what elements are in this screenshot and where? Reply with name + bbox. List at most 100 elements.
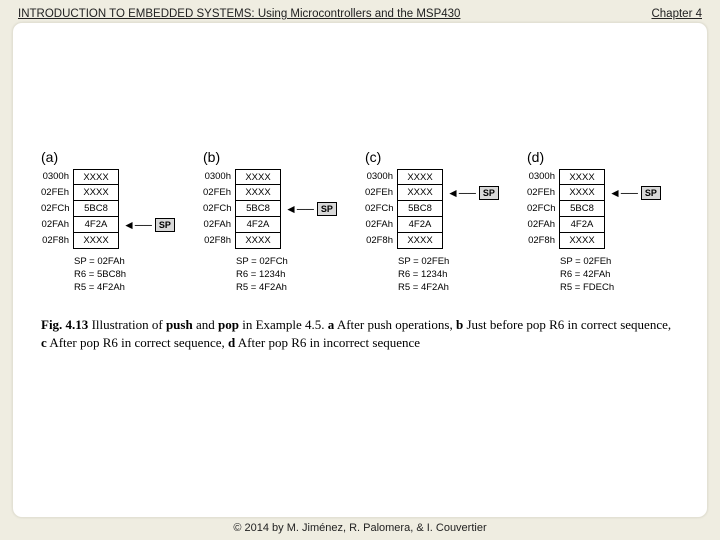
register-value: R5 = 4F2Ah (398, 281, 517, 294)
stack-panel: (c)0300hXXXX02FEhXXXX◄──SP02FCh5BC802FAh… (365, 153, 517, 294)
sp-pointer: ◄──SP (609, 185, 661, 201)
memory-cell: 4F2A (559, 217, 605, 233)
stack-panel: (a)0300hXXXX02FEhXXXX02FCh5BC802FAh4F2A◄… (41, 153, 193, 294)
memory-address: 0300h (41, 169, 73, 185)
cap-text: After pop R6 in incorrect sequence (235, 335, 420, 350)
memory-cell: 5BC8 (235, 201, 281, 217)
memory-address: 02F8h (365, 233, 397, 249)
arrow-left-icon: ◄── (123, 219, 152, 231)
memory-address: 02F8h (527, 233, 559, 249)
memory-row: 02FEhXXXX ◄──SP (365, 185, 517, 201)
register-value: SP = 02FEh (398, 255, 517, 268)
memory-cell: 4F2A (397, 217, 443, 233)
register-value: R6 = 1234h (236, 268, 355, 281)
arrow-left-icon: ◄── (609, 187, 638, 199)
memory-address: 02FAh (41, 217, 73, 233)
cap-text: Illustration of (88, 317, 166, 332)
register-value: SP = 02FEh (560, 255, 679, 268)
memory-address: 02FAh (203, 217, 235, 233)
sp-label: SP (641, 186, 661, 200)
memory-row: 02FAh4F2A◄──SP (41, 217, 193, 233)
cap-text: in Example 4.5. (239, 317, 328, 332)
cap-text: and (193, 317, 218, 332)
memory-address: 0300h (365, 169, 397, 185)
memory-row: 0300hXXXX (527, 169, 679, 185)
register-value: SP = 02FCh (236, 255, 355, 268)
panels-row: (a)0300hXXXX02FEhXXXX02FCh5BC802FAh4F2A◄… (41, 153, 679, 294)
memory-address: 02FEh (365, 185, 397, 201)
register-value: R6 = 42FAh (560, 268, 679, 281)
memory-cell: XXXX (73, 185, 119, 201)
arrow-left-icon: ◄── (447, 187, 476, 199)
memory-row: 02FCh5BC8◄──SP (203, 201, 355, 217)
memory-cell: 4F2A (235, 217, 281, 233)
cap-bold: pop (218, 317, 239, 332)
cap-text: After pop R6 in correct sequence, (47, 335, 228, 350)
register-list: SP = 02FEhR6 = 42FAhR5 = FDECh (560, 255, 679, 294)
figure-caption: Fig. 4.13 Illustration of push and pop i… (41, 316, 679, 351)
memory-cell: XXXX (397, 169, 443, 185)
memory-address: 02FCh (365, 201, 397, 217)
cap-text: Just before pop R6 in correct sequence, (463, 317, 671, 332)
memory-address: 02FCh (527, 201, 559, 217)
memory-cell: XXXX (559, 169, 605, 185)
memory-cell: XXXX (73, 233, 119, 249)
figure-413: (a)0300hXXXX02FEhXXXX02FCh5BC802FAh4F2A◄… (41, 153, 679, 351)
copyright-text: © 2014 by M. Jiménez, R. Palomera, & I. … (233, 522, 486, 534)
memory-cell: XXXX (397, 233, 443, 249)
memory-stack: 0300hXXXX02FEhXXXX◄──SP02FCh5BC802FAh4F2… (527, 169, 679, 249)
memory-address: 02FEh (41, 185, 73, 201)
chapter-label: Chapter 4 (651, 8, 702, 20)
memory-cell: 4F2A (73, 217, 119, 233)
page-header: INTRODUCTION TO EMBEDDED SYSTEMS: Using … (0, 0, 720, 20)
memory-row: 02FCh5BC8 (41, 201, 193, 217)
memory-row: 0300hXXXX (41, 169, 193, 185)
register-value: R5 = 4F2Ah (74, 281, 193, 294)
memory-row: 0300hXXXX (203, 169, 355, 185)
memory-cell: 5BC8 (397, 201, 443, 217)
memory-address: 02F8h (41, 233, 73, 249)
sp-label: SP (317, 202, 337, 216)
sp-pointer: ◄──SP (285, 201, 337, 217)
memory-address: 02FCh (41, 201, 73, 217)
memory-address: 02F8h (203, 233, 235, 249)
memory-cell: XXXX (235, 233, 281, 249)
memory-stack: 0300hXXXX02FEhXXXX◄──SP02FCh5BC802FAh4F2… (365, 169, 517, 249)
memory-row: 02FAh4F2A (203, 217, 355, 233)
memory-cell: XXXX (235, 169, 281, 185)
sp-label: SP (479, 186, 499, 200)
memory-address: 02FAh (527, 217, 559, 233)
memory-row: 02F8hXXXX (527, 233, 679, 249)
sp-pointer: ◄──SP (123, 217, 175, 233)
memory-cell: XXXX (73, 169, 119, 185)
register-value: SP = 02FAh (74, 255, 193, 268)
cap-bold: push (166, 317, 193, 332)
book-title: INTRODUCTION TO EMBEDDED SYSTEMS: Using … (18, 8, 460, 20)
register-list: SP = 02FEhR6 = 1234hR5 = 4F2Ah (398, 255, 517, 294)
panel-label: (b) (203, 149, 220, 165)
memory-address: 02FEh (527, 185, 559, 201)
register-value: R5 = FDECh (560, 281, 679, 294)
register-value: R5 = 4F2Ah (236, 281, 355, 294)
memory-stack: 0300hXXXX02FEhXXXX02FCh5BC802FAh4F2A◄──S… (41, 169, 193, 249)
memory-cell: XXXX (397, 185, 443, 201)
memory-cell: 5BC8 (559, 201, 605, 217)
page-footer: © 2014 by M. Jiménez, R. Palomera, & I. … (0, 522, 720, 534)
panel-label: (c) (365, 149, 381, 165)
arrow-left-icon: ◄── (285, 203, 314, 215)
memory-cell: XXXX (559, 185, 605, 201)
memory-address: 0300h (203, 169, 235, 185)
memory-cell: XXXX (235, 185, 281, 201)
memory-address: 02FEh (203, 185, 235, 201)
memory-cell: XXXX (559, 233, 605, 249)
register-list: SP = 02FChR6 = 1234hR5 = 4F2Ah (236, 255, 355, 294)
panel-label: (d) (527, 149, 544, 165)
cap-text: After push operations, (334, 317, 456, 332)
memory-row: 02FCh5BC8 (365, 201, 517, 217)
page-card: (a)0300hXXXX02FEhXXXX02FCh5BC802FAh4F2A◄… (12, 22, 708, 518)
memory-row: 02FCh5BC8 (527, 201, 679, 217)
memory-row: 02FAh4F2A (527, 217, 679, 233)
memory-row: 02FEhXXXX (203, 185, 355, 201)
memory-row: 02F8hXXXX (365, 233, 517, 249)
panel-label: (a) (41, 149, 58, 165)
